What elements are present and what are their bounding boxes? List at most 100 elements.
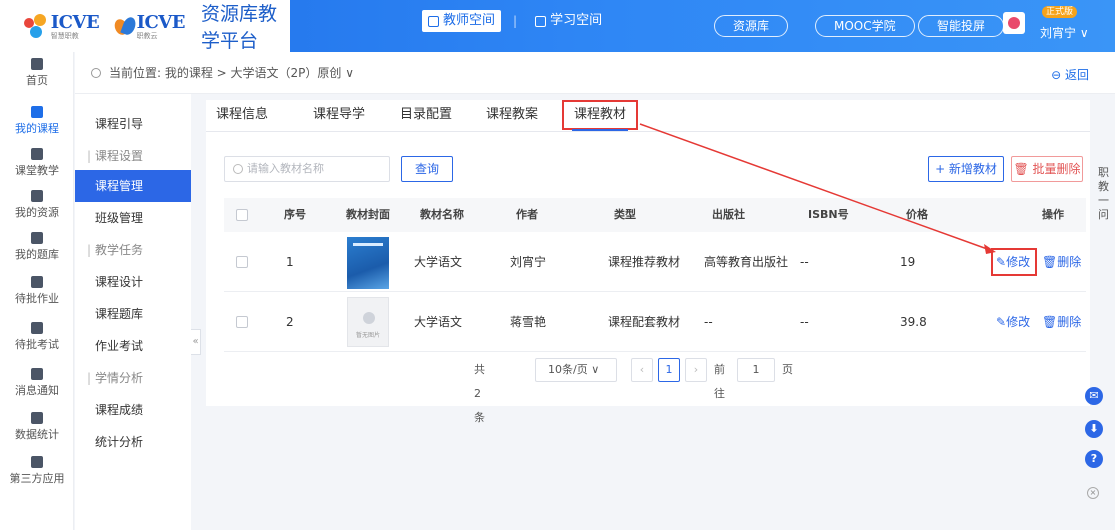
row-publisher: 高等教育出版社 — [704, 255, 789, 269]
nav-pending-homework-label: 待批作业 — [15, 292, 59, 305]
download-float-icon[interactable]: ⬇ — [1085, 420, 1103, 438]
textbook-cover-image — [347, 237, 389, 289]
next-page-button[interactable]: › — [685, 358, 707, 382]
collapse-sidebar-button[interactable]: « — [191, 329, 201, 355]
page-size-value: 10条/页 — [548, 363, 588, 376]
row-type: 课程配套教材 — [608, 315, 681, 329]
pager-total: 共 2 条 — [474, 363, 485, 424]
delete-button[interactable]: 🗑删除 — [1042, 292, 1081, 352]
nav-classroom[interactable]: 课堂教学 — [0, 148, 74, 178]
back-link-label: 返回 — [1064, 68, 1089, 82]
tab-course-textbooks[interactable]: 课程教材 — [562, 100, 639, 131]
select-all-checkbox[interactable] — [236, 209, 248, 221]
space-tabs: 教师空间 | 学习空间 — [422, 10, 608, 32]
nav-my-resources[interactable]: 我的资源 — [0, 190, 74, 220]
nav-my-courses[interactable]: 我的课程 — [0, 106, 74, 136]
nav-pending-exam[interactable]: 待批考试 — [0, 322, 74, 352]
col-price: 价格 — [906, 208, 928, 221]
submenu-class-management[interactable]: 班级管理 — [75, 202, 191, 234]
table-row: 2 暂无图片 大学语文 蒋雪艳 课程配套教材 -- -- 39.8 ✎修改 🗑删… — [224, 292, 1086, 352]
prev-page-button[interactable]: ‹ — [631, 358, 653, 382]
batch-delete-label: 批量删除 — [1032, 162, 1081, 176]
courses-icon — [31, 106, 43, 118]
icve-logo-icon — [24, 12, 46, 40]
icon-nav-bar: 首页 我的课程 课堂教学 我的资源 我的题库 待批作业 待批考试 消息通知 数据… — [0, 52, 74, 530]
course-tabs: 课程信息 课程导学 目录配置 课程教案 课程教材 — [206, 100, 1090, 132]
row-type: 课程推荐教材 — [608, 255, 681, 269]
row-index: 1 — [286, 255, 294, 269]
page-size-select[interactable]: 10条/页 ∨ — [535, 358, 617, 382]
tab-lesson-plans[interactable]: 课程教案 — [486, 100, 538, 132]
batch-delete-button[interactable]: 🗑 批量删除 — [1011, 156, 1083, 182]
help-float-icon[interactable]: ? — [1085, 450, 1103, 468]
edit-label: 修改 — [1006, 315, 1031, 329]
platform-name: 资源库教学平台 — [201, 3, 278, 52]
tab-course-guide[interactable]: 课程导学 — [313, 100, 365, 132]
nav-statistics-label: 数据统计 — [15, 428, 59, 441]
resource-library-button[interactable]: 资源库 — [714, 15, 789, 37]
submenu-course-grades[interactable]: 课程成绩 — [75, 394, 191, 426]
col-isbn: ISBN号 — [808, 208, 849, 221]
location-icon — [91, 67, 101, 78]
nav-statistics[interactable]: 数据统计 — [0, 412, 74, 442]
breadcrumb-text[interactable]: 当前位置: 我的课程 > 大学语文（2P）原创 ∨ — [109, 64, 354, 81]
smart-cast-button[interactable]: 智能投屏 — [918, 15, 1005, 37]
row-checkbox[interactable] — [236, 256, 248, 268]
nav-question-bank-label: 我的题库 — [15, 248, 59, 261]
row-price: 19 — [900, 255, 916, 269]
logo-1-sub: 智慧职教 — [50, 32, 79, 40]
study-space-icon — [535, 15, 547, 27]
nav-question-bank[interactable]: 我的题库 — [0, 232, 74, 262]
query-button[interactable]: 查询 — [401, 156, 453, 182]
question-bank-icon — [31, 232, 43, 244]
row-checkbox[interactable] — [236, 316, 248, 328]
edit-button[interactable]: ✎修改 — [996, 292, 1030, 352]
logo-1-text: ICVE — [50, 12, 100, 33]
nav-messages[interactable]: 消息通知 — [0, 368, 74, 398]
add-textbook-button[interactable]: + 新增教材 — [928, 156, 1004, 182]
table-header: 序号 教材封面 教材名称 作者 类型 出版社 ISBN号 价格 操作 — [224, 198, 1086, 232]
tab-teacher-space-label: 教师空间 — [443, 13, 496, 28]
submenu-course-question-bank[interactable]: 课程题库 — [75, 298, 191, 330]
user-menu[interactable]: 刘宵宁 ∨ — [1040, 24, 1089, 41]
resources-icon — [31, 190, 43, 202]
tab-study-space-label: 学习空间 — [550, 13, 603, 28]
delete-button[interactable]: 🗑删除 — [1042, 232, 1081, 292]
nav-home[interactable]: 首页 — [0, 58, 74, 88]
mooc-college-button[interactable]: MOOC学院 — [815, 15, 915, 37]
nav-third-party-apps[interactable]: 第三方应用 — [0, 456, 74, 486]
row-name: 大学语文 — [414, 255, 463, 269]
logo-area[interactable]: ICVE 智慧职教 ICVE 职教云 资源库教学平台 — [0, 0, 290, 52]
tab-teacher-space[interactable]: 教师空间 — [422, 10, 502, 32]
tab-study-space[interactable]: 学习空间 — [529, 10, 608, 32]
nav-pending-exam-label: 待批考试 — [15, 338, 59, 351]
chat-float-icon[interactable]: ✉ — [1085, 387, 1103, 405]
logo-2-sub: 职教云 — [136, 32, 158, 40]
close-float-icon[interactable]: × — [1087, 487, 1099, 499]
tab-course-info[interactable]: 课程信息 — [216, 100, 268, 132]
col-cover: 教材封面 — [346, 208, 390, 221]
row-isbn: -- — [800, 255, 809, 269]
textbook-cover-placeholder: 暂无图片 — [347, 297, 389, 347]
tab-catalog-config[interactable]: 目录配置 — [400, 100, 452, 132]
table-row: 1 大学语文 刘宵宁 课程推荐教材 高等教育出版社 -- 19 ✎修改 🗑删除 — [224, 232, 1086, 292]
submenu-group-course-settings: 课程设置 — [75, 140, 191, 172]
row-name: 大学语文 — [414, 315, 463, 329]
submenu-course-guide[interactable]: 课程引导 — [75, 108, 191, 140]
delete-label: 删除 — [1057, 255, 1082, 269]
textbook-search-input[interactable]: 请输入教材名称 — [224, 156, 390, 182]
submenu-course-management[interactable]: 课程管理 — [75, 170, 191, 202]
goto-page-input[interactable]: 1 — [737, 358, 775, 382]
side-help-label[interactable]: 职教一问 — [1098, 166, 1115, 222]
icve-logo-1: ICVE 智慧职教 — [50, 12, 100, 40]
nav-pending-homework[interactable]: 待批作业 — [0, 276, 74, 306]
col-actions: 操作 — [1042, 208, 1064, 221]
logo-2-text: ICVE — [136, 12, 186, 33]
submenu-course-design[interactable]: 课程设计 — [75, 266, 191, 298]
current-page[interactable]: 1 — [658, 358, 680, 382]
submenu-statistical-analysis[interactable]: 统计分析 — [75, 426, 191, 458]
back-link[interactable]: ⊖ 返回 — [1051, 66, 1089, 83]
row-author: 刘宵宁 — [510, 255, 547, 269]
avatar[interactable] — [1003, 12, 1025, 34]
submenu-homework-exam[interactable]: 作业考试 — [75, 330, 191, 362]
